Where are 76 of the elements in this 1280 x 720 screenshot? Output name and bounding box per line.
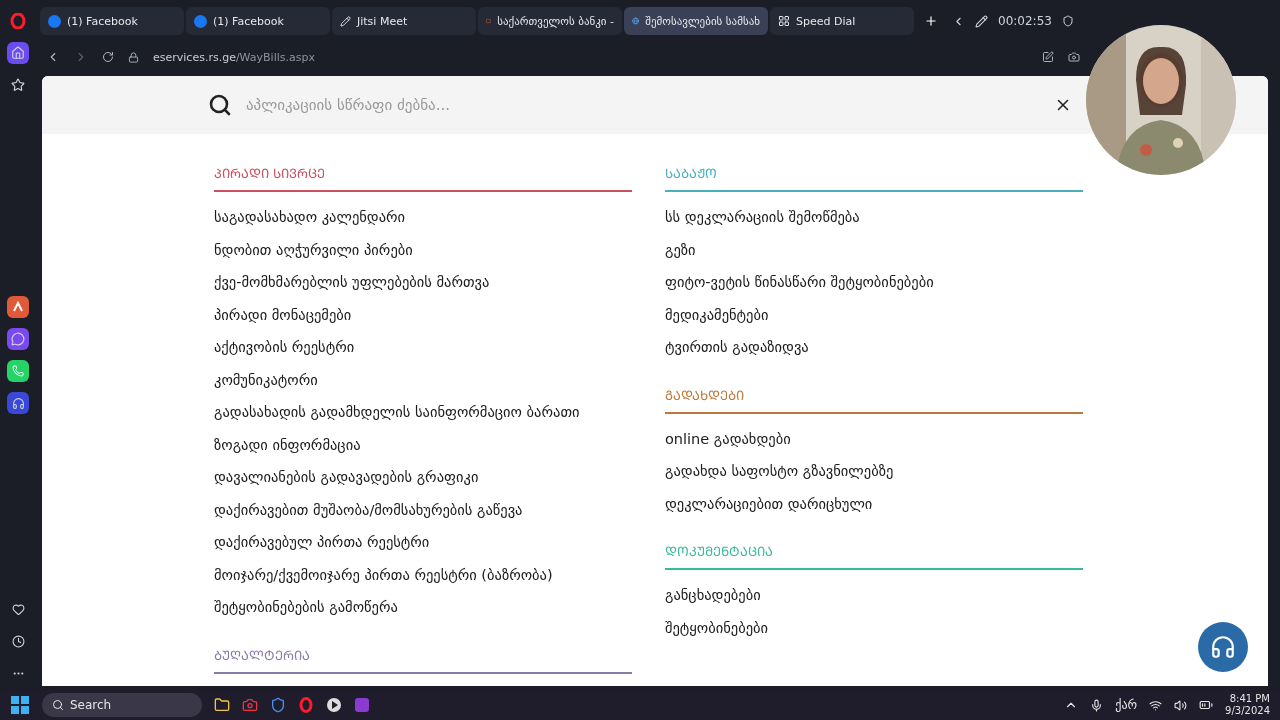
menu-link[interactable]: ქვე-მომხმარებლის უფლებების მართვა (214, 271, 632, 295)
browser-tab[interactable]: (1) Facebook (186, 7, 330, 35)
browser-tab[interactable]: საქართველოს ბანკი - (478, 7, 622, 35)
recorder-icon[interactable] (354, 697, 370, 713)
lock-icon (128, 51, 139, 63)
menu-link[interactable]: გადასახადის გადამხდელის საინფორმაციო ბარათი (214, 401, 632, 425)
new-tab-icon[interactable] (924, 14, 938, 28)
address-field[interactable]: eservices.rs.ge/WayBills.aspx (153, 50, 315, 64)
camera-icon[interactable] (1068, 51, 1080, 63)
menu-link[interactable]: ფიტო-ვეტის წინასწარი შეტყობინებები (665, 271, 1083, 295)
shield-icon[interactable] (270, 697, 286, 713)
menu-link[interactable]: შეტყობინებების გამოწერა (214, 596, 632, 620)
section-heading: ᲓᲝᲙᲣᲛᲔᲜᲢᲐᲪᲘᲐ (665, 542, 1083, 570)
menu-link[interactable]: სს დეკლარაციის შემოწმება (665, 206, 1083, 230)
menu-link[interactable]: დავალიანების გადავადების გრაფიკი (214, 466, 632, 490)
folder-icon[interactable] (214, 697, 230, 713)
tab-title: (1) Facebook (67, 14, 138, 28)
support-chat-button[interactable] (1198, 622, 1248, 672)
section-heading: ᲞᲘᲠᲐᲓᲘ ᲡᲘᲕᲠᲪᲔ (214, 164, 632, 192)
search-icon (52, 699, 64, 711)
grid-icon (778, 15, 790, 27)
browser-tab[interactable]: Speed Dial (770, 7, 914, 35)
section-heading: ᲒᲐᲓᲐᲮᲓᲔᲑᲘ (665, 385, 1083, 414)
menu-link[interactable]: მოიჯარე/ქვემოიჯარე პირთა რეესტრი (ბაზრობა) (214, 563, 632, 587)
pencil-icon[interactable] (975, 14, 988, 28)
section-heading: ᲡᲐᲑᲐᲟᲝ (665, 164, 1083, 192)
menu-link[interactable]: online გადახდები (665, 427, 1083, 451)
menu-link[interactable]: განცხადებები (665, 584, 1083, 608)
language-indicator[interactable]: ქარ (1115, 698, 1138, 712)
recording-timer: 00:02:53 (998, 14, 1052, 28)
camera-icon[interactable] (242, 697, 258, 713)
browser-tab[interactable]: Jitsi Meet (332, 7, 476, 35)
play-icon[interactable] (326, 697, 342, 713)
menu-link[interactable]: პირადი მონაცემები (214, 303, 632, 327)
browser-tab[interactable]: (1) Facebook (40, 7, 184, 35)
menu-link[interactable]: ნდობით აღჭურვილი პირები (214, 238, 632, 262)
tab-title: საქართველოს ბანკი - (497, 14, 614, 28)
menu-link[interactable]: დეკლარაციებით დარიცხული (665, 492, 1083, 516)
menu-link[interactable]: ზოგადი ინფორმაცია (214, 433, 632, 457)
menu-link[interactable]: გადახდა საფოსტო გზავნილებზე (665, 460, 1083, 484)
tab-title: (1) Facebook (213, 14, 284, 28)
menu-link[interactable]: ტვირთის გადაზიდვა (665, 336, 1083, 360)
microphone-icon[interactable] (1090, 698, 1104, 712)
wifi-icon[interactable] (1149, 698, 1163, 712)
headset-icon (1210, 634, 1236, 660)
section-heading: ᲑᲣᲦᲐᲚᲢᲔᲠᲘᲐ (214, 645, 632, 674)
edit-icon[interactable] (1042, 51, 1054, 63)
whatsapp-icon[interactable] (7, 360, 29, 382)
messenger-icon[interactable] (7, 328, 29, 350)
home-icon[interactable] (7, 42, 29, 64)
tab-title: შემოსავლების სამსახ (645, 14, 760, 28)
globe-icon (632, 15, 640, 27)
menu-link[interactable]: კომუნიკატორი (214, 368, 632, 392)
menu-link[interactable]: დაქირავებულ პირთა რეესტრი (214, 531, 632, 555)
app-icon[interactable] (7, 296, 29, 318)
menu-link[interactable]: გეზი (665, 238, 1083, 262)
tab-title: Jitsi Meet (357, 14, 408, 28)
volume-icon[interactable] (1174, 698, 1188, 712)
taskbar-search-field[interactable]: Search (42, 693, 202, 717)
windows-start-icon[interactable] (10, 695, 30, 715)
menu-link[interactable]: საგადასახადო კალენდარი (214, 206, 632, 230)
search-field[interactable]: აპლიკაციის სწრაფი ძებნა... (244, 95, 848, 115)
reload-icon[interactable] (102, 51, 114, 63)
tab-title: Speed Dial (796, 14, 856, 28)
menu-link[interactable]: მედიკამენტები (665, 303, 1083, 327)
clock-time: 8:41 PM (1229, 693, 1270, 705)
battery-icon[interactable] (1199, 698, 1214, 712)
menu-link[interactable]: შეტყობინებები (665, 616, 1083, 640)
clock-date: 9/3/2024 (1225, 705, 1270, 717)
browser-tab[interactable]: შემოსავლების სამსახ (624, 7, 768, 35)
menu-link[interactable]: აქტივობის რეესტრი (214, 336, 632, 360)
headphones-icon[interactable] (7, 392, 29, 414)
search-icon (208, 93, 232, 117)
menu-link[interactable]: დაქირავებით მუშაობა/მომსახურების გაწევა (214, 498, 632, 522)
opera-icon[interactable] (298, 697, 314, 713)
shield-icon[interactable] (1061, 15, 1074, 27)
